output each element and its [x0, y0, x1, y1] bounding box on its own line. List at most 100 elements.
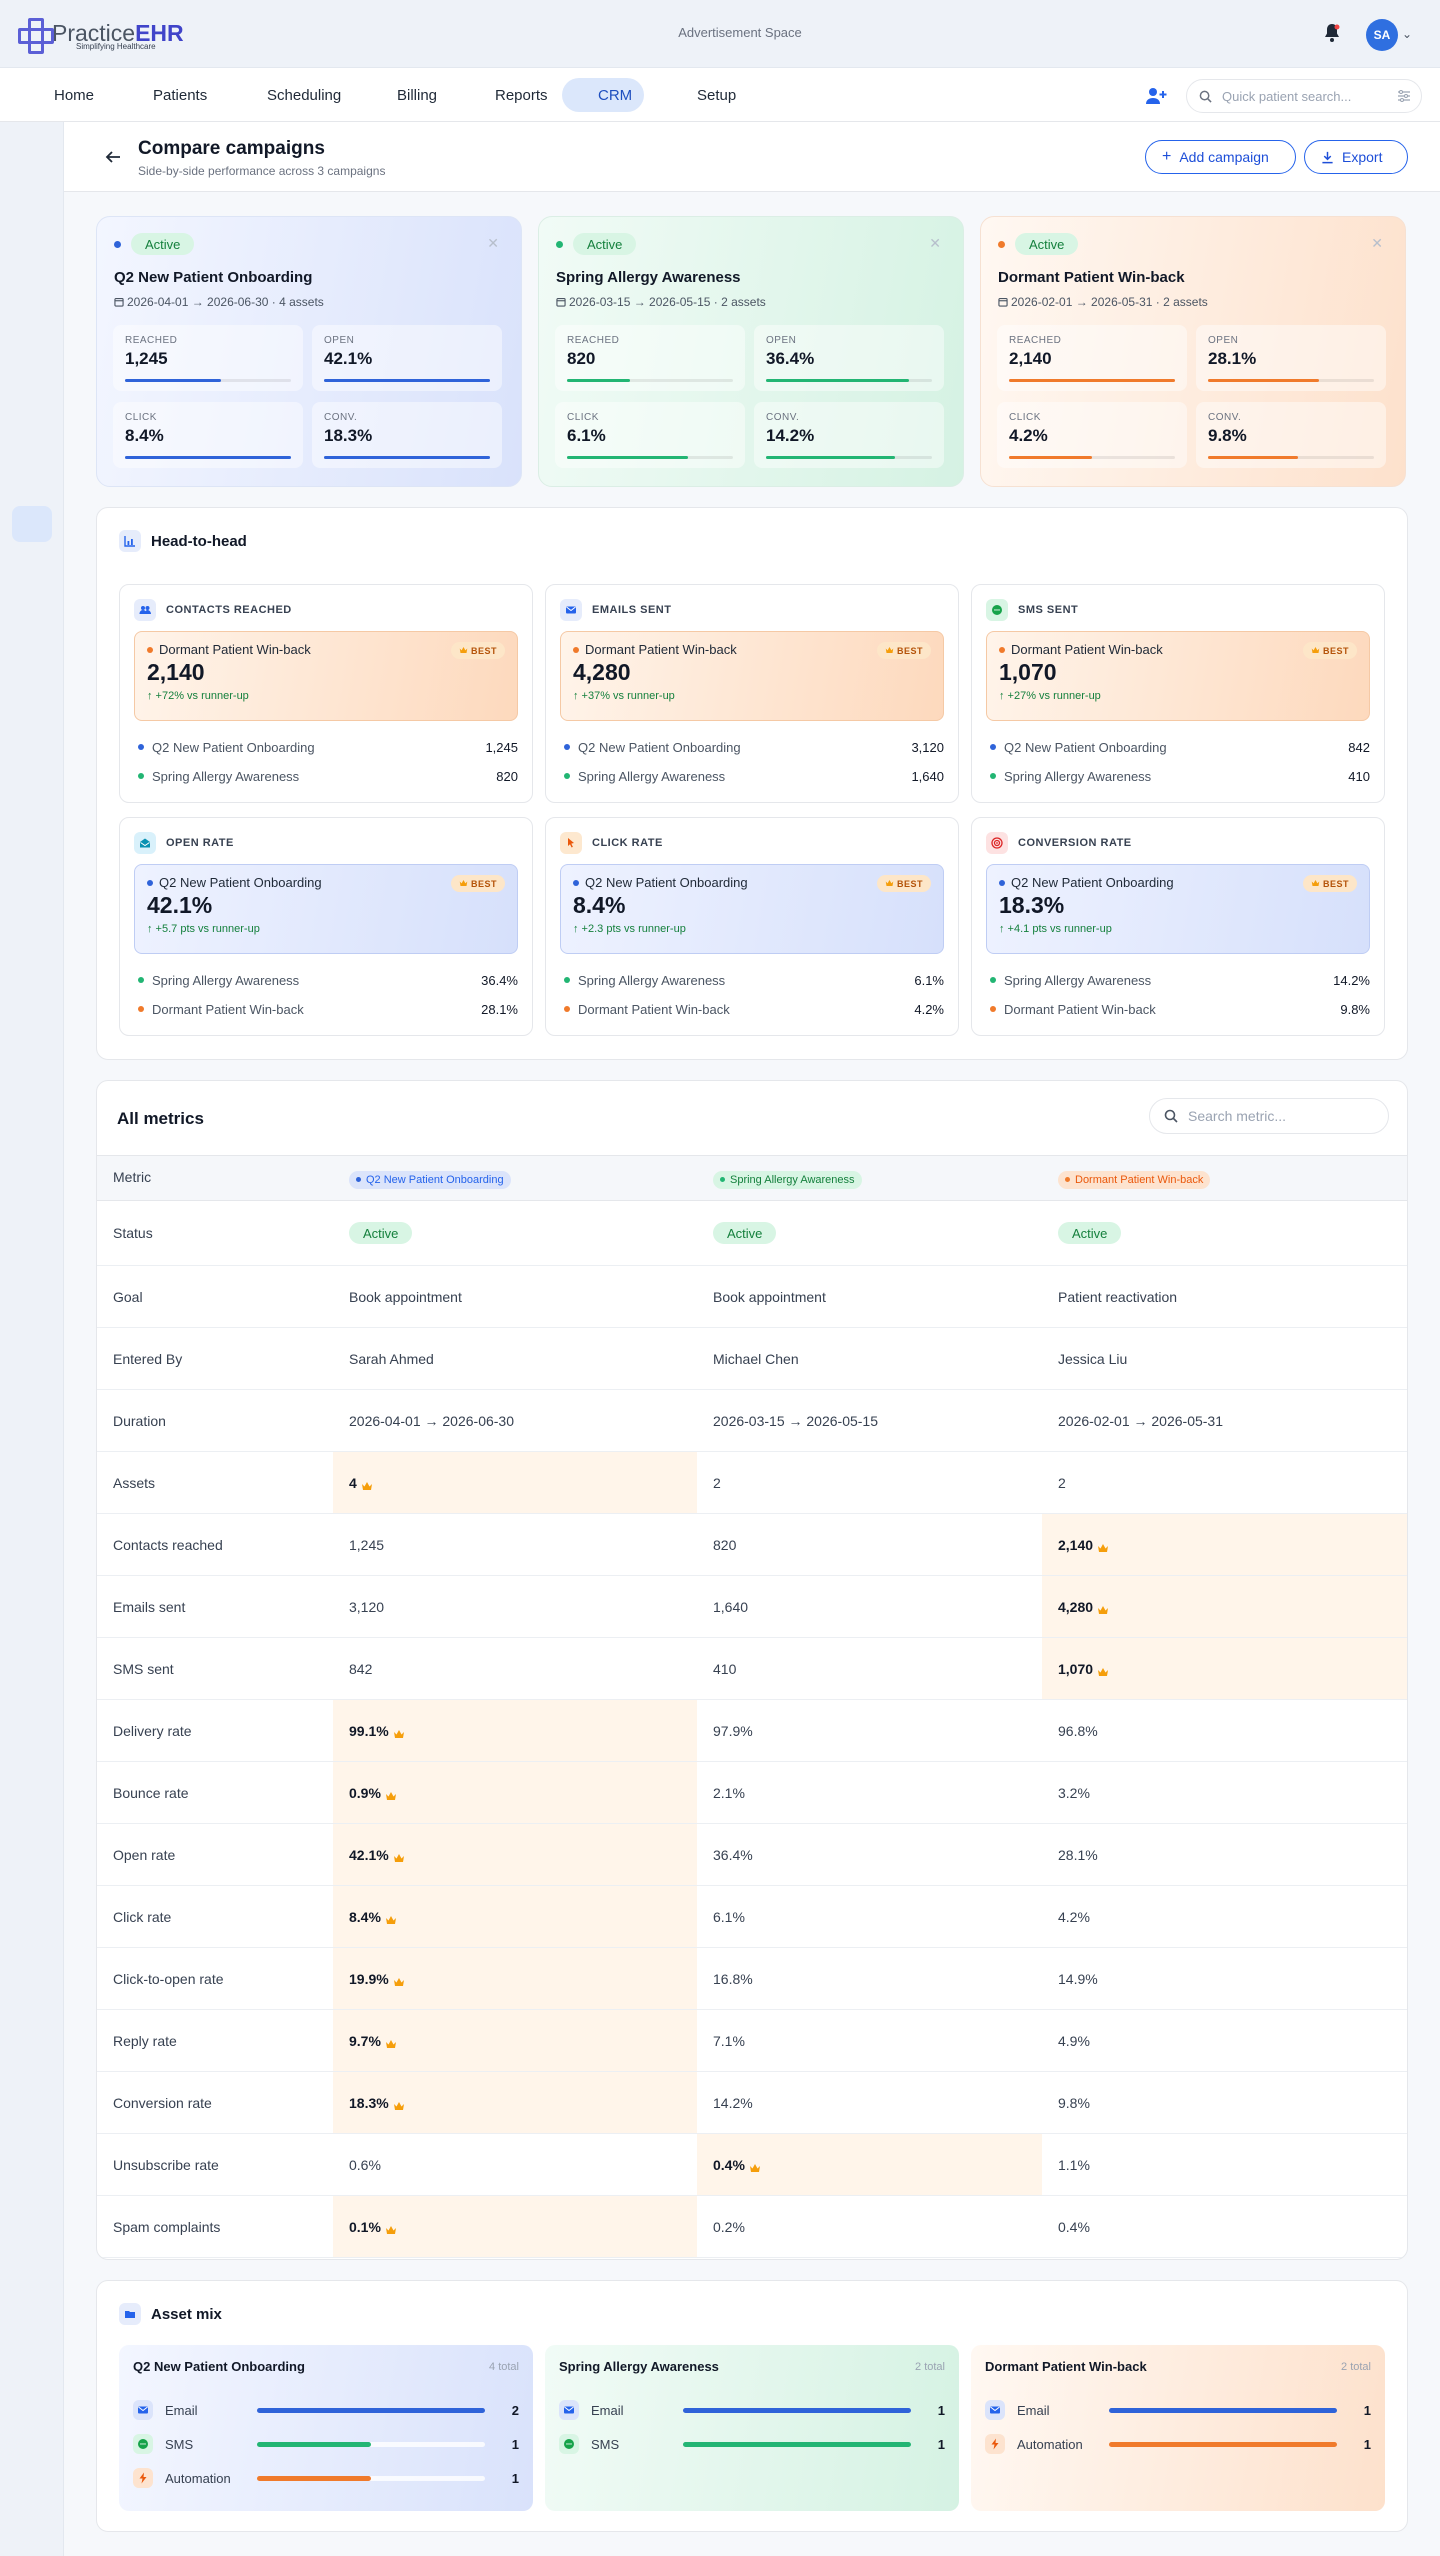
metric-cell: 6.1% [697, 1886, 1042, 1947]
asset-total: 2 total [915, 2361, 945, 2373]
header-campaign[interactable]: Spring Allergy Awareness [713, 1169, 862, 1189]
mail-icon [559, 2400, 579, 2420]
contacts-icon [23, 193, 41, 211]
campaign-color-dot [356, 1177, 361, 1182]
sidebar-inbox[interactable] [12, 230, 52, 266]
status-badge: Active [573, 233, 637, 255]
asset-mix-title: Asset mix [151, 2305, 222, 2323]
campaign-card[interactable]: Active ✕ Q2 New Patient Onboarding 2026-04-… [96, 216, 522, 487]
runner-up-row: Q2 New Patient Onboarding 842 [986, 738, 1370, 756]
sidebar-chart[interactable] [12, 138, 52, 174]
asset-label: Email [591, 2402, 624, 2418]
metric-bar [1208, 456, 1374, 459]
asset-row-email: Email 1 [985, 2399, 1371, 2421]
remove-campaign-icon[interactable]: ✕ [487, 235, 499, 252]
sidebar-bolt[interactable] [12, 414, 52, 450]
winner-name: Dormant Patient Win-back [585, 642, 737, 657]
nav-home[interactable]: Home [18, 78, 106, 112]
nav-scheduling[interactable]: Scheduling [231, 78, 353, 112]
metric-value: 18.3% [324, 426, 373, 445]
crown-icon [385, 1912, 397, 1924]
nav-setup[interactable]: Setup [661, 78, 748, 112]
metric-cell: 1,070 [1042, 1638, 1407, 1699]
metric-label: OPEN [324, 335, 355, 346]
bell-icon[interactable] [1323, 23, 1341, 43]
remove-campaign-icon[interactable]: ✕ [1371, 235, 1383, 252]
campaign-card[interactable]: Active ✕ Dormant Patient Win-back 2026-02-0… [980, 216, 1406, 487]
metric-value: 842 [349, 1660, 373, 1677]
nav-reports[interactable]: Reports [459, 78, 560, 112]
nav-patients[interactable]: Patients [117, 78, 219, 112]
metric-name: Bounce rate [113, 1784, 189, 1801]
metric-value: 1,070 [1058, 1660, 1094, 1677]
metric-label: REACHED [1009, 335, 1062, 346]
status-badge: Active [1058, 1222, 1122, 1244]
runner-up-name: Spring Allergy Awareness [152, 972, 300, 988]
winner-box: Dormant Patient Win-back 4,280 ↑ +37% vs r… [560, 631, 944, 721]
nav-crm[interactable]: CRM [562, 78, 645, 112]
campaign-card[interactable]: Active ✕ Spring Allergy Awareness 2026-03-1… [538, 216, 964, 487]
campaign-color-dot [998, 241, 1005, 248]
asset-row-email: Email 2 [133, 2399, 519, 2421]
runner-up-row: Spring Allergy Awareness 1,640 [560, 767, 944, 785]
campaign-dates: 2026-04-01 → 2026-06-30 · 4 assets [114, 295, 324, 309]
sidebar-lines[interactable] [12, 460, 52, 496]
campaign-name: Spring Allergy Awareness [556, 269, 741, 286]
user-avatar[interactable]: SA [1366, 19, 1398, 51]
h2h-card-emails-sent: EMAILS SENT Dormant Patient Win-back 4,280… [545, 584, 959, 803]
table-row: Conversion rate 18.3% 14.2% 9.8% [97, 2072, 1407, 2134]
campaign-color-dot [138, 773, 144, 779]
runner-up-value: 410 [1348, 768, 1370, 784]
metric-box-conv: CONV. 14.2% [754, 402, 944, 468]
add-campaign-button[interactable]: + Add campaign [1145, 140, 1296, 174]
winner-delta: ↑ +5.7 pts vs runner-up [147, 923, 260, 935]
metric-box-conv: CONV. 9.8% [1196, 402, 1386, 468]
add-patient-icon[interactable] [1145, 86, 1167, 106]
nav-billing[interactable]: Billing [361, 78, 449, 112]
header-campaign[interactable]: Q2 New Patient Onboarding [349, 1169, 511, 1189]
check-circle-icon [23, 331, 41, 349]
back-arrow-icon[interactable] [104, 148, 122, 166]
metric-cell: 4 [333, 1452, 697, 1513]
best-badge: BEST [1302, 642, 1357, 659]
mail-icon [560, 599, 582, 621]
campaign-tag-label: Q2 New Patient Onboarding [366, 1173, 504, 1186]
table-row: Contacts reached 1,245 820 2,140 [97, 1514, 1407, 1576]
sidebar-contacts[interactable] [12, 184, 52, 220]
sidebar-megaphone[interactable] [12, 506, 52, 542]
metric-cell: 842 [333, 1638, 697, 1699]
table-row: Duration 2026-04-01 → 2026-06-30 2026-03-1… [97, 1390, 1407, 1452]
asset-bar-fill [1109, 2407, 1337, 2413]
metric-name: Emails sent [113, 1598, 186, 1615]
asset-bar [1109, 2441, 1337, 2447]
table-row: Click rate 8.4% 6.1% 4.2% [97, 1886, 1407, 1948]
megaphone-icon [574, 87, 590, 103]
metric-label: REACHED [567, 335, 620, 346]
head-to-head-panel: Head-to-head CONTACTS REACHED Dormant Pat… [96, 507, 1408, 1060]
sidebar-list[interactable] [12, 368, 52, 404]
quick-patient-search[interactable]: Quick patient search... [1186, 79, 1422, 113]
metric-value: 0.1% [349, 2218, 381, 2235]
metric-label: OPEN [766, 335, 797, 346]
sidebar-check-circle[interactable] [12, 322, 52, 358]
h2h-card-label: CONVERSION RATE [1018, 837, 1132, 849]
h2h-card-label: OPEN RATE [166, 837, 234, 849]
search-icon [1164, 1109, 1178, 1123]
remove-campaign-icon[interactable]: ✕ [929, 235, 941, 252]
metric-bar [125, 379, 291, 382]
export-button[interactable]: Export [1304, 140, 1408, 174]
chevron-down-icon[interactable]: ⌄ [1402, 27, 1412, 41]
metric-cell: Michael Chen [697, 1328, 1042, 1389]
users-icon [134, 599, 156, 621]
header-campaign[interactable]: Dormant Patient Win-back [1058, 1169, 1211, 1189]
filter-icon[interactable] [1397, 89, 1411, 103]
folder-icon [119, 2303, 141, 2325]
advertisement-space: Advertisement Space [678, 25, 802, 40]
metric-bar-fill [567, 379, 631, 382]
metric-search-input[interactable]: Search metric... [1149, 1098, 1389, 1134]
sidebar-layers[interactable] [12, 276, 52, 312]
metric-value: Jessica Liu [1058, 1350, 1128, 1367]
metric-name: Open rate [113, 1846, 176, 1863]
nav-label: Reports [495, 86, 548, 104]
metric-value: 16.8% [713, 1970, 753, 1987]
